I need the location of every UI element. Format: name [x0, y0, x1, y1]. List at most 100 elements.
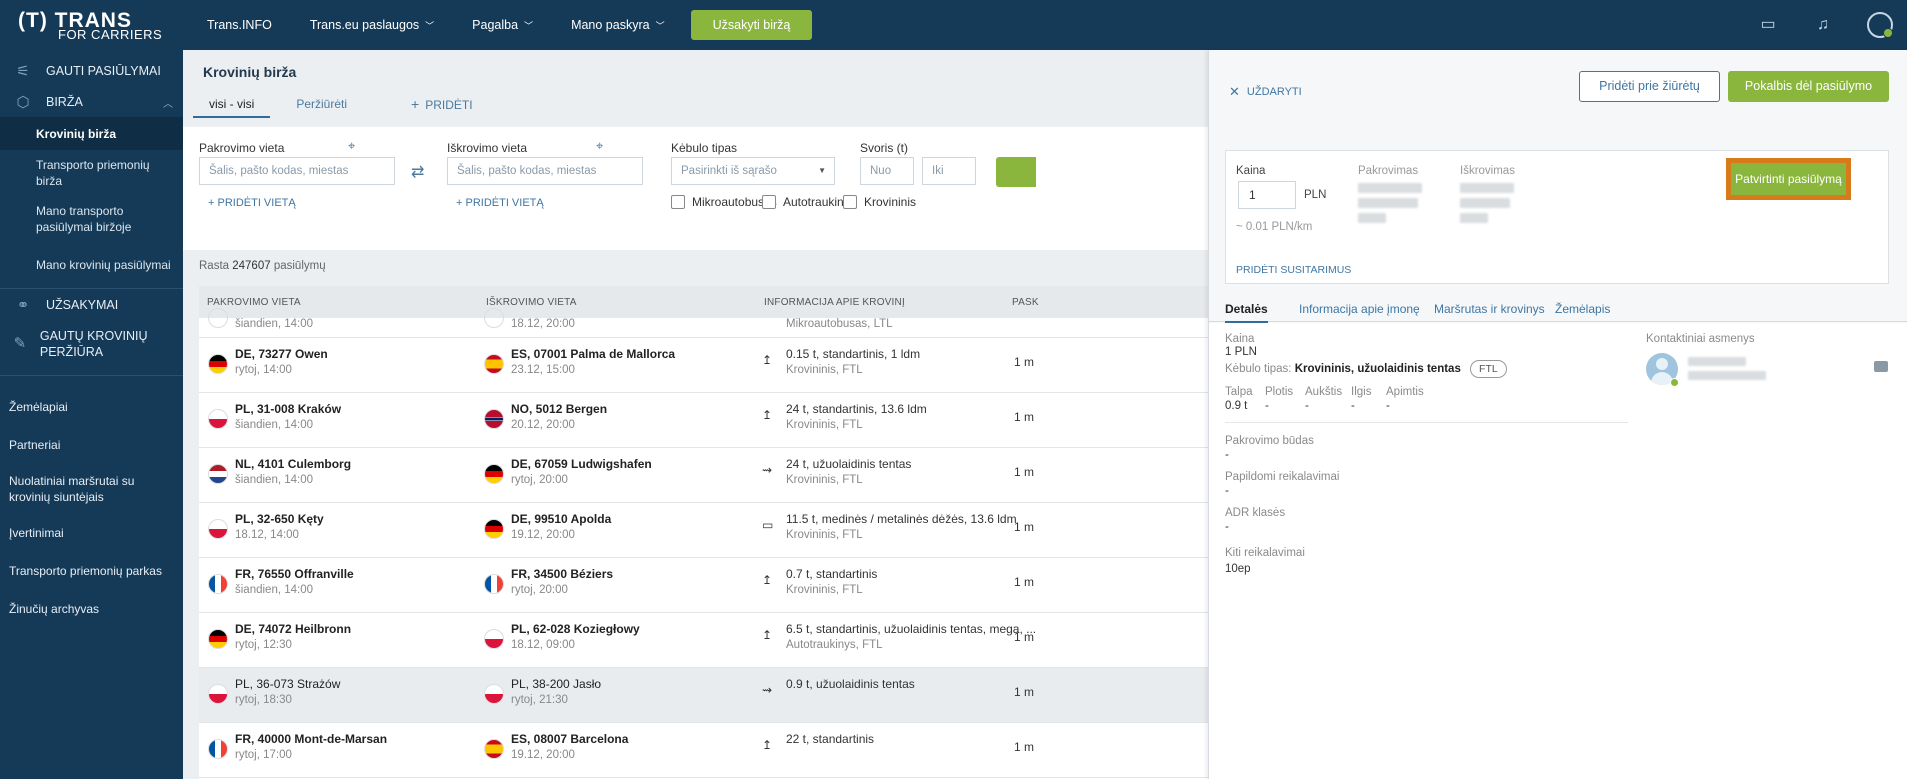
message-icon[interactable]	[1874, 361, 1888, 372]
tab-view[interactable]: Peržiūrėti	[280, 92, 363, 118]
sidebar-item-my-freight-offers[interactable]: Mano krovinių pasiūlymai	[0, 242, 183, 288]
cargo-details: 0.9 t, užuolaidinis tentas	[786, 677, 915, 691]
order-exchange-button[interactable]: Užsakyti biržą	[690, 10, 813, 40]
nav-services[interactable]: Trans.eu paslaugos ﹀	[310, 18, 434, 32]
table-row[interactable]: DE, 73277 Owen rytoj, 14:00 ES, 07001 Palm…	[199, 338, 1208, 393]
sidebar-item-routes[interactable]: Nuolatiniai maršrutai su krovinių siuntė…	[0, 464, 183, 514]
weight-from-input[interactable]: Nuo	[860, 157, 914, 185]
unload-input[interactable]: Šalis, pašto kodas, miestas	[447, 157, 643, 185]
results-prefix: Rasta	[199, 260, 230, 272]
checkbox-box[interactable]	[843, 195, 857, 209]
table-row[interactable]: FR, 40000 Mont-de-Marsan rytoj, 17:00 ES, …	[199, 723, 1208, 778]
add-pickup-place-link[interactable]: + PRIDĖTI VIETĄ	[208, 197, 296, 209]
tab-add[interactable]: + PRIDĖTI	[395, 92, 489, 118]
pickup-cell: DE, 74072 Heilbronn rytoj, 12:30	[235, 622, 351, 651]
unload-cell: DE, 67059 Ludwigshafen rytoj, 20:00	[511, 457, 652, 486]
offer-detail-panel: ✕ UŽDARYTI Pridėti prie žiūrėtų Pokalbis…	[1208, 50, 1907, 779]
logo[interactable]: (T) TRANS FOR CARRIERS	[0, 0, 183, 50]
swap-icon[interactable]: ⇄	[411, 162, 424, 182]
blurred-loading-place	[1358, 183, 1422, 193]
unload-cell: PL, 38-200 Jasło rytoj, 21:30	[511, 677, 601, 706]
cargo-type: Autotraukinys, FTL	[786, 639, 883, 651]
chat-about-offer-button[interactable]: Pokalbis dėl pasiūlymo	[1728, 71, 1889, 102]
blurred-contact-name	[1688, 357, 1746, 366]
chat-icon[interactable]: ▭	[1757, 14, 1779, 36]
cargo-cell: 6.5 t, standartinis, užuolaidinis tentas…	[786, 622, 1036, 651]
other-requirements-label: Kiti reikalavimai	[1225, 547, 1305, 559]
sidebar-item-freight-review[interactable]: ✎ GAUTŲ KROVINIŲ PERŽIŪRA	[0, 321, 183, 367]
sidebar: (T) TRANS FOR CARRIERS ⚟ GAUTI PASIŪLYMA…	[0, 0, 183, 779]
checkbox-minibus[interactable]: Mikroautobusas	[671, 195, 777, 209]
cargo-details: 6.5 t, standartinis, užuolaidinis tentas…	[786, 622, 1037, 636]
location-pin-icon[interactable]: ⌖	[348, 138, 355, 154]
price-input[interactable]: 1	[1238, 181, 1296, 209]
nav-help[interactable]: Pagalba ﹀	[472, 18, 533, 32]
table-row[interactable]: šiandien, 14:00 18.12, 20:00 Mikroautobu…	[199, 308, 1208, 338]
sidebar-item-vehicle-exchange[interactable]: Transporto priemonių birža	[0, 150, 183, 196]
extra-requirements-label: Papildomi reikalavimai	[1225, 471, 1340, 483]
sidebar-plain-label: Žinučių archyvas	[9, 602, 100, 616]
checkbox-box[interactable]	[762, 195, 776, 209]
header-pickup[interactable]: PAKROVIMO VIETA	[207, 297, 301, 308]
sidebar-plain-label: Įvertinimai	[9, 526, 64, 540]
sidebar-item-offers[interactable]: ⚟ GAUTI PASIŪLYMAI	[0, 50, 183, 91]
cargo-details: 24 t, užuolaidinis tentas	[786, 457, 912, 471]
tab-company-info[interactable]: Informacija apie įmonę	[1299, 302, 1420, 316]
flag-de-icon	[484, 519, 504, 539]
extra-cell: 1 m	[1014, 630, 1035, 644]
table-row[interactable]: FR, 76550 Offranville šiandien, 14:00 FR, …	[199, 558, 1208, 613]
close-panel-button[interactable]: ✕ UŽDARYTI	[1229, 84, 1302, 100]
sidebar-item-ratings[interactable]: Įvertinimai	[0, 514, 183, 552]
user-avatar-icon[interactable]	[1867, 12, 1893, 38]
bell-icon[interactable]: ♫	[1812, 14, 1834, 36]
search-button[interactable]	[996, 157, 1036, 187]
unload-time: rytoj, 21:30	[511, 694, 568, 706]
header-extra[interactable]: PASK	[1012, 297, 1039, 308]
unload-place: DE, 67059 Ludwigshafen	[511, 457, 652, 471]
checkbox-box[interactable]	[671, 195, 685, 209]
add-unload-place-link[interactable]: + PRIDĖTI VIETĄ	[456, 197, 544, 209]
sidebar-item-freight-exchange[interactable]: Krovinių birža	[0, 117, 183, 150]
table-row[interactable]: DE, 74072 Heilbronn rytoj, 12:30 PL, 62-02…	[199, 613, 1208, 668]
details-body: Kaina 1 PLN Kėbulo tipas: Krovininis, už…	[1209, 323, 1907, 779]
tab-map[interactable]: Žemėlapis	[1555, 302, 1610, 316]
weight-to-input[interactable]: Iki	[922, 157, 976, 185]
cargo-icon: ↥	[762, 628, 773, 642]
add-terms-link[interactable]: PRIDĖTI SUSITARIMUS	[1236, 264, 1351, 276]
body-type-select[interactable]: Pasirinkti iš sąrašo ▼	[671, 157, 835, 185]
table-row[interactable]: NL, 4101 Culemborg šiandien, 14:00 DE, 670…	[199, 448, 1208, 503]
sidebar-item-birza[interactable]: ⬡ BIRŽA ︿	[0, 87, 183, 117]
table-row[interactable]: PL, 36-073 Strażów rytoj, 18:30 PL, 38-200…	[199, 668, 1208, 723]
checkbox-truck[interactable]: Krovininis	[843, 195, 916, 209]
sidebar-item-orders[interactable]: ⚭ UŽSAKYMAI	[0, 289, 183, 321]
cargo-cell: 24 t, standartinis, 13.6 ldm Krovininis, …	[786, 402, 927, 431]
flag-pl-icon	[484, 684, 504, 704]
extra-requirements-value: -	[1225, 485, 1229, 497]
table-row[interactable]: PL, 32-650 Kęty 18.12, 14:00 DE, 99510 Apo…	[199, 503, 1208, 558]
pickup-input[interactable]: Šalis, pašto kodas, miestas	[199, 157, 395, 185]
unload-cell: PL, 62-028 Koziegłowy 18.12, 09:00	[511, 622, 640, 651]
tab-route-cargo[interactable]: Maršrutas ir krovinys	[1434, 302, 1545, 316]
confirm-offer-button[interactable]: Patvirtinti pasiūlymą	[1731, 163, 1846, 195]
flag-pl-icon	[208, 308, 228, 328]
extra-cell: 1 m	[1014, 410, 1035, 424]
add-to-watched-button[interactable]: Pridėti prie žiūrėtų	[1579, 71, 1720, 102]
flag-pl-icon	[208, 684, 228, 704]
sidebar-item-my-vehicle-offers[interactable]: Mano transporto pasiūlymai biržoje	[0, 196, 183, 242]
nav-my-account[interactable]: Mano paskyra ﹀	[571, 18, 665, 32]
sidebar-item-partners[interactable]: Partneriai	[0, 426, 183, 464]
sidebar-item-fleet[interactable]: Transporto priemonių parkas	[0, 552, 183, 590]
sidebar-item-message-archive[interactable]: Žinučių archyvas	[0, 590, 183, 628]
cargo-type: Krovininis, FTL	[786, 584, 863, 596]
header-unload[interactable]: IŠKROVIMO VIETA	[486, 297, 577, 308]
location-pin-icon[interactable]: ⌖	[596, 138, 603, 154]
checkbox-road-train[interactable]: Autotraukinys	[762, 195, 856, 209]
flag-pl-icon	[484, 308, 504, 328]
table-row[interactable]: PL, 31-008 Kraków šiandien, 14:00 NO, 5012…	[199, 393, 1208, 448]
tab-details[interactable]: Detalės	[1225, 302, 1268, 323]
sidebar-item-maps[interactable]: Žemėlapiai	[0, 388, 183, 426]
header-cargo[interactable]: INFORMACIJA APIE KROVINĮ	[764, 297, 905, 308]
tab-all[interactable]: visi - visi	[193, 92, 271, 118]
cargo-icon: ⇝	[762, 463, 773, 477]
nav-trans-info[interactable]: Trans.INFO	[207, 18, 272, 32]
